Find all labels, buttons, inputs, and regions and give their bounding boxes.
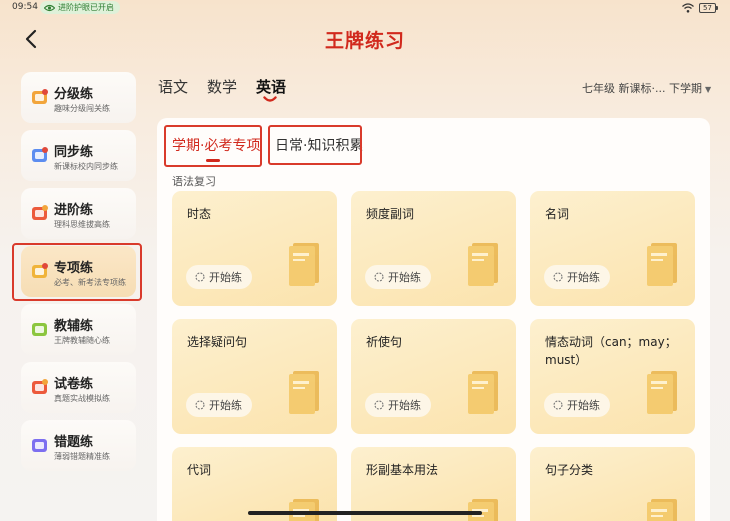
practice-card[interactable]: 情态动词（can；may；must） 开始练 <box>530 319 695 434</box>
start-practice-label: 开始练 <box>388 271 421 284</box>
eye-icon <box>44 4 55 11</box>
sync-practice-icon <box>30 146 49 165</box>
graded-practice-icon <box>30 88 49 107</box>
subtab-highlight <box>268 125 362 165</box>
advanced-practice-icon <box>30 204 49 223</box>
practice-card[interactable]: 句子分类 <box>530 447 695 521</box>
mistakes-practice-icon <box>30 436 49 455</box>
sidebar-item-subtitle: 新课标校内同步练 <box>54 162 118 171</box>
eye-care-text: 进阶护眼已开启 <box>58 3 114 12</box>
sidebar-item-subtitle: 薄弱错题精准练 <box>54 452 110 461</box>
sidebar-item-label: 教辅练 <box>54 319 94 334</box>
tab-math[interactable]: 数学 <box>207 76 237 97</box>
card-title: 时态 <box>187 207 212 221</box>
book-icon <box>287 369 323 415</box>
practice-card[interactable]: 选择疑问句 开始练 <box>172 319 337 434</box>
sidebar-item-label: 同步练 <box>54 145 94 160</box>
sidebar-item-label: 试卷练 <box>54 377 94 392</box>
sidebar-item-subtitle: 理科思维拔高练 <box>54 220 110 229</box>
practice-card[interactable]: 代词 <box>172 447 337 521</box>
start-practice-button[interactable]: 开始练 <box>365 265 431 289</box>
book-icon <box>466 497 502 521</box>
exam-practice-icon <box>30 378 49 397</box>
start-practice-button[interactable]: 开始练 <box>544 265 610 289</box>
sidebar-item-label: 错题练 <box>54 435 94 450</box>
loading-icon <box>553 400 563 410</box>
section-label: 语法复习 <box>172 175 216 188</box>
book-icon <box>287 497 323 521</box>
selected-item-highlight <box>12 243 142 301</box>
card-title: 祈使句 <box>366 335 403 349</box>
sidebar-item-exam[interactable]: 试卷练 真题实战模拟练 <box>21 362 136 413</box>
tab-english[interactable]: 英语 <box>256 76 286 97</box>
sidebar-item-mistakes[interactable]: 错题练 薄弱错题精准练 <box>21 420 136 471</box>
loading-icon <box>195 272 205 282</box>
battery-icon: 57 <box>699 3 718 13</box>
start-practice-button[interactable]: 开始练 <box>186 393 252 417</box>
sidebar-item-label: 分级练 <box>54 87 94 102</box>
start-practice-button[interactable]: 开始练 <box>186 265 252 289</box>
start-practice-button[interactable]: 开始练 <box>365 393 431 417</box>
wifi-icon <box>682 3 694 13</box>
start-practice-label: 开始练 <box>567 271 600 284</box>
sidebar-item-tutorial[interactable]: 教辅练 王牌教辅随心练 <box>21 304 136 355</box>
book-icon <box>466 241 502 287</box>
sidebar-item-graded[interactable]: 分级练 趣味分级闯关练 <box>21 72 136 123</box>
eye-care-badge: 进阶护眼已开启 <box>40 1 120 14</box>
start-practice-label: 开始练 <box>567 399 600 412</box>
loading-icon <box>374 272 384 282</box>
loading-icon <box>374 400 384 410</box>
tutorial-practice-icon <box>30 320 49 339</box>
card-title: 句子分类 <box>545 463 594 477</box>
caret-down-icon: ▼ <box>704 85 712 94</box>
loading-icon <box>553 272 563 282</box>
practice-card[interactable]: 频度副词 开始练 <box>351 191 516 306</box>
practice-card[interactable]: 时态 开始练 <box>172 191 337 306</box>
active-tab-indicator <box>263 96 277 102</box>
status-bar: 09:54 进阶护眼已开启 57 <box>0 0 730 16</box>
practice-card[interactable]: 祈使句 开始练 <box>351 319 516 434</box>
loading-icon <box>195 400 205 410</box>
practice-card[interactable]: 名词 开始练 <box>530 191 695 306</box>
sidebar-item-subtitle: 趣味分级闯关练 <box>54 104 110 113</box>
card-title: 名词 <box>545 207 570 221</box>
book-icon <box>645 241 681 287</box>
book-icon <box>466 369 502 415</box>
sidebar-item-subtitle: 真题实战模拟练 <box>54 394 110 403</box>
status-time: 09:54 <box>12 2 38 12</box>
sidebar-item-subtitle: 王牌教辅随心练 <box>54 336 110 345</box>
sidebar-item-advanced[interactable]: 进阶练 理科思维拔高练 <box>21 188 136 239</box>
page-title: 王牌练习 <box>324 30 405 52</box>
subtab-underline <box>206 159 220 162</box>
book-icon <box>645 369 681 415</box>
tab-chinese[interactable]: 语文 <box>158 76 188 97</box>
home-indicator[interactable] <box>248 511 482 515</box>
start-practice-label: 开始练 <box>209 271 242 284</box>
grade-selector[interactable]: 七年级 新课标·... 下学期 ▼ <box>582 80 711 96</box>
practice-card[interactable]: 形副基本用法 <box>351 447 516 521</box>
card-title: 形副基本用法 <box>366 463 439 477</box>
card-title: 情态动词（can；may；must） <box>545 335 677 367</box>
book-icon <box>645 497 681 521</box>
card-title: 选择疑问句 <box>187 335 248 349</box>
sidebar-item-sync[interactable]: 同步练 新课标校内同步练 <box>21 130 136 181</box>
start-practice-button[interactable]: 开始练 <box>544 393 610 417</box>
grade-selector-label: 七年级 新课标·... 下学期 <box>582 82 702 95</box>
book-icon <box>287 241 323 287</box>
start-practice-label: 开始练 <box>388 399 421 412</box>
sidebar-item-label: 进阶练 <box>54 203 94 218</box>
card-title: 频度副词 <box>366 207 415 221</box>
card-title: 代词 <box>187 463 212 477</box>
start-practice-label: 开始练 <box>209 399 242 412</box>
